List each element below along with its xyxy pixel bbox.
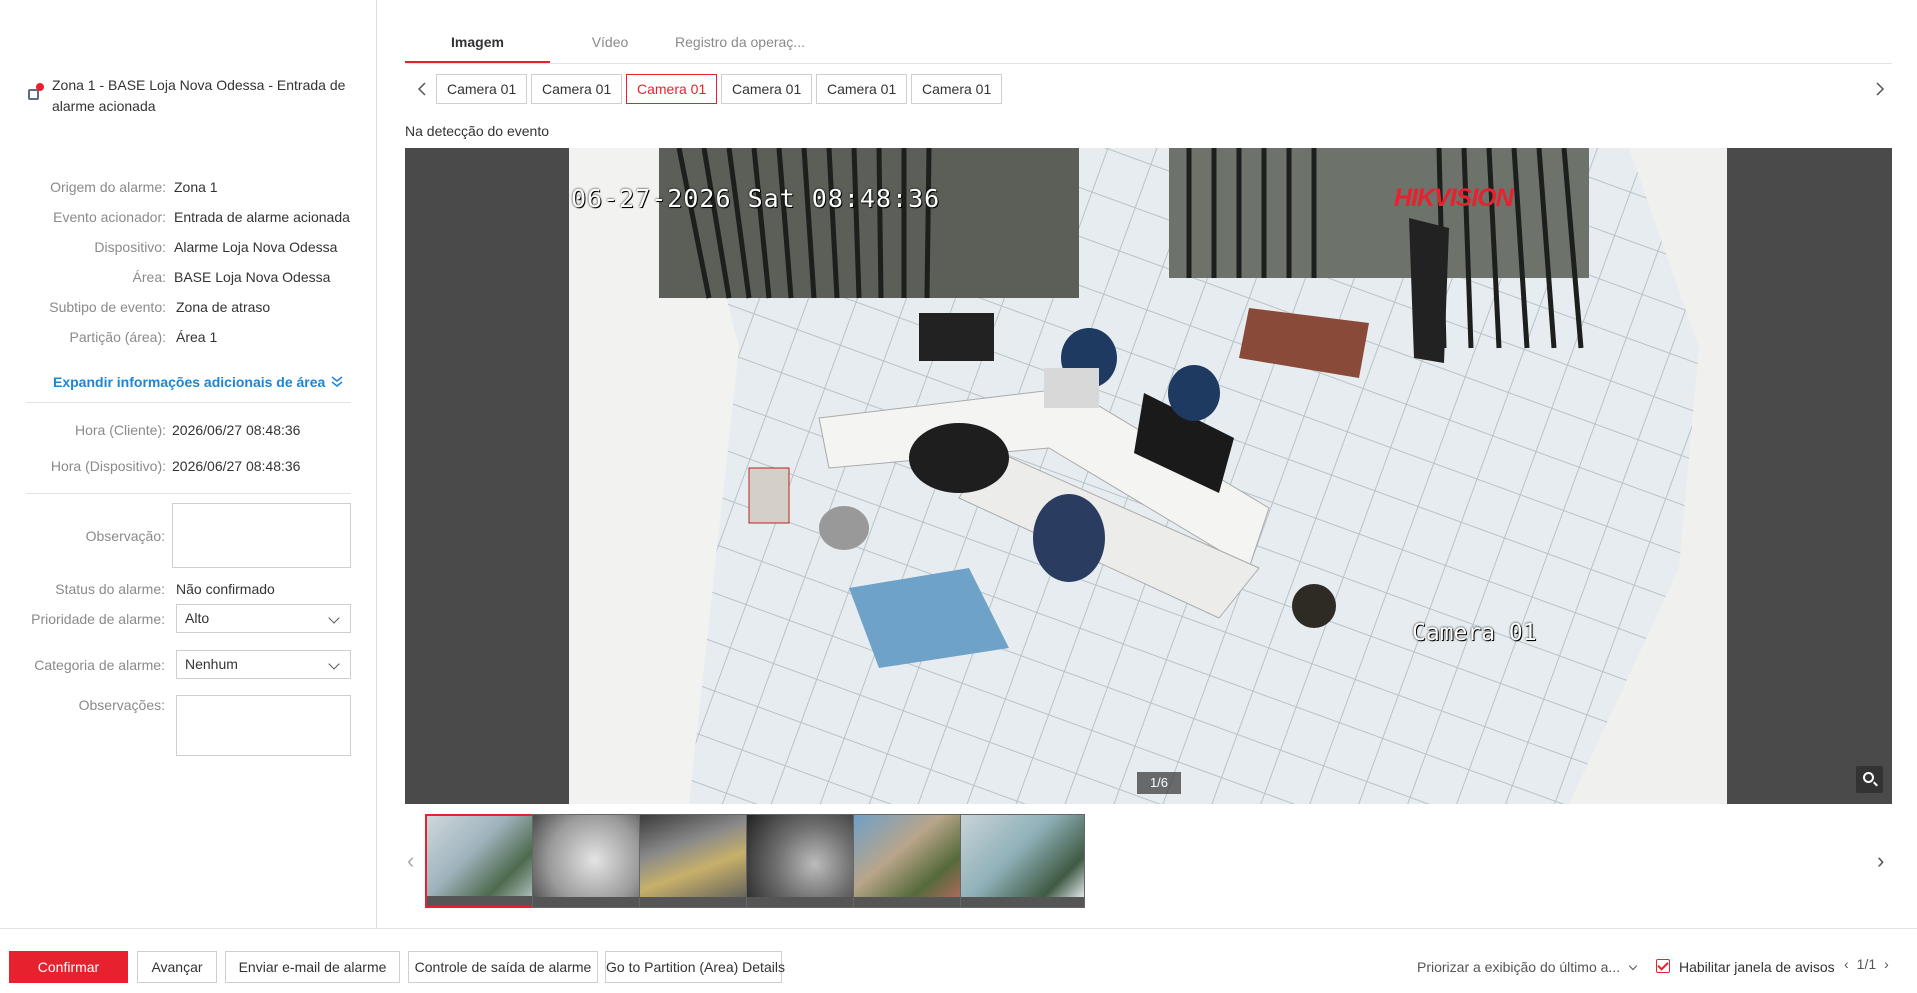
alarm-title: Zona 1 - BASE Loja Nova Odessa - Entrada… (52, 77, 346, 114)
media-panel: Imagem Vídeo Registro da operaç... Camer… (405, 0, 1892, 928)
chevron-down-icon (1628, 961, 1638, 971)
camera-snapshot: 06-27-2026 Sat 08:48:36 HIKVISION Camera… (569, 148, 1727, 804)
observation-input[interactable] (172, 503, 351, 568)
camera-chip-selected[interactable]: Camera 01 (626, 74, 718, 104)
category-label: Categoria de alarme: (34, 657, 165, 673)
tab-video[interactable]: Vídeo (550, 34, 670, 50)
camera-chip[interactable]: Camera 01 (531, 74, 623, 104)
osd-camera-name: Camera 01 (1412, 620, 1537, 646)
snapshot-illustration (569, 148, 1727, 804)
send-email-button[interactable]: Enviar e-mail de alarme (225, 951, 400, 983)
active-tab-indicator (405, 61, 550, 63)
double-chevron-down-icon (331, 376, 343, 387)
status-label: Status do alarme: (55, 581, 165, 597)
tab-operation-log[interactable]: Registro da operaç... (670, 34, 810, 50)
camera-chip[interactable]: Camera 01 (911, 74, 1003, 104)
image-viewer[interactable]: 06-27-2026 Sat 08:48:36 HIKVISION Camera… (405, 148, 1892, 804)
category-select[interactable]: Nenhum (176, 650, 351, 679)
enable-popup-label: Habilitar janela de avisos (1679, 959, 1835, 975)
camera-chip[interactable]: Camera 01 (436, 74, 528, 104)
partition-details-button[interactable]: Go to Partition (Area) Details (605, 951, 785, 983)
thumb-next-button[interactable]: › (1877, 848, 1884, 874)
camera-chip[interactable]: Camera 01 (721, 74, 813, 104)
chevron-down-icon (328, 612, 340, 624)
alarm-input-icon (26, 83, 44, 101)
expand-area-info-link[interactable]: Expandir informações adicionais de área (53, 374, 343, 390)
camera-prev-button[interactable] (407, 74, 437, 104)
pager: ‹ 1/1 › (1844, 956, 1889, 972)
enable-popup-checkbox[interactable] (1656, 959, 1670, 973)
prioritize-dropdown[interactable]: Priorizar a exibição do último a... (1417, 959, 1638, 975)
pager-prev-button[interactable]: ‹ (1844, 956, 1849, 972)
pager-next-button[interactable]: › (1884, 956, 1889, 972)
notes-label: Observações: (78, 697, 165, 713)
tab-image[interactable]: Imagem (405, 34, 550, 50)
osd-brand-logo: HIKVISION (1394, 184, 1514, 212)
divider (26, 402, 351, 403)
status-value: Não confirmado (176, 581, 275, 597)
camera-chip[interactable]: Camera 01 (816, 74, 908, 104)
alarm-output-button[interactable]: Controle de saída de alarme (408, 951, 598, 983)
confirm-button[interactable]: Confirmar (9, 951, 128, 983)
event-capture-label: Na detecção do evento (405, 123, 549, 139)
alarm-details-panel: Zona 1 - BASE Loja Nova Odessa - Entrada… (0, 0, 377, 928)
zoom-in-button[interactable] (1856, 766, 1883, 793)
priority-label: Prioridade de alarme: (31, 611, 165, 627)
divider (26, 493, 351, 494)
next-button[interactable]: Avançar (137, 951, 217, 983)
pager-count: 1/1 (1856, 956, 1877, 972)
alarm-header: Zona 1 - BASE Loja Nova Odessa - Entrada… (26, 75, 356, 117)
thumbnail-strip: ‹ › (405, 812, 1892, 908)
thumb-prev-button[interactable]: ‹ (407, 848, 414, 874)
observation-label: Observação: (85, 528, 165, 544)
media-tabs: Imagem Vídeo Registro da operaç... (405, 26, 1892, 64)
thumbnail[interactable] (960, 814, 1085, 908)
chevron-right-icon (1876, 82, 1885, 96)
notes-input[interactable] (176, 695, 351, 756)
action-footer: Confirmar Avançar Enviar e-mail de alarm… (0, 928, 1917, 993)
image-page-indicator: 1/6 (1137, 772, 1181, 794)
chevron-left-icon (417, 82, 426, 96)
priority-select[interactable]: Alto (176, 604, 351, 633)
camera-next-button[interactable] (1865, 74, 1895, 104)
osd-timestamp: 06-27-2026 Sat 08:48:36 (571, 184, 941, 213)
chevron-down-icon (328, 658, 340, 670)
